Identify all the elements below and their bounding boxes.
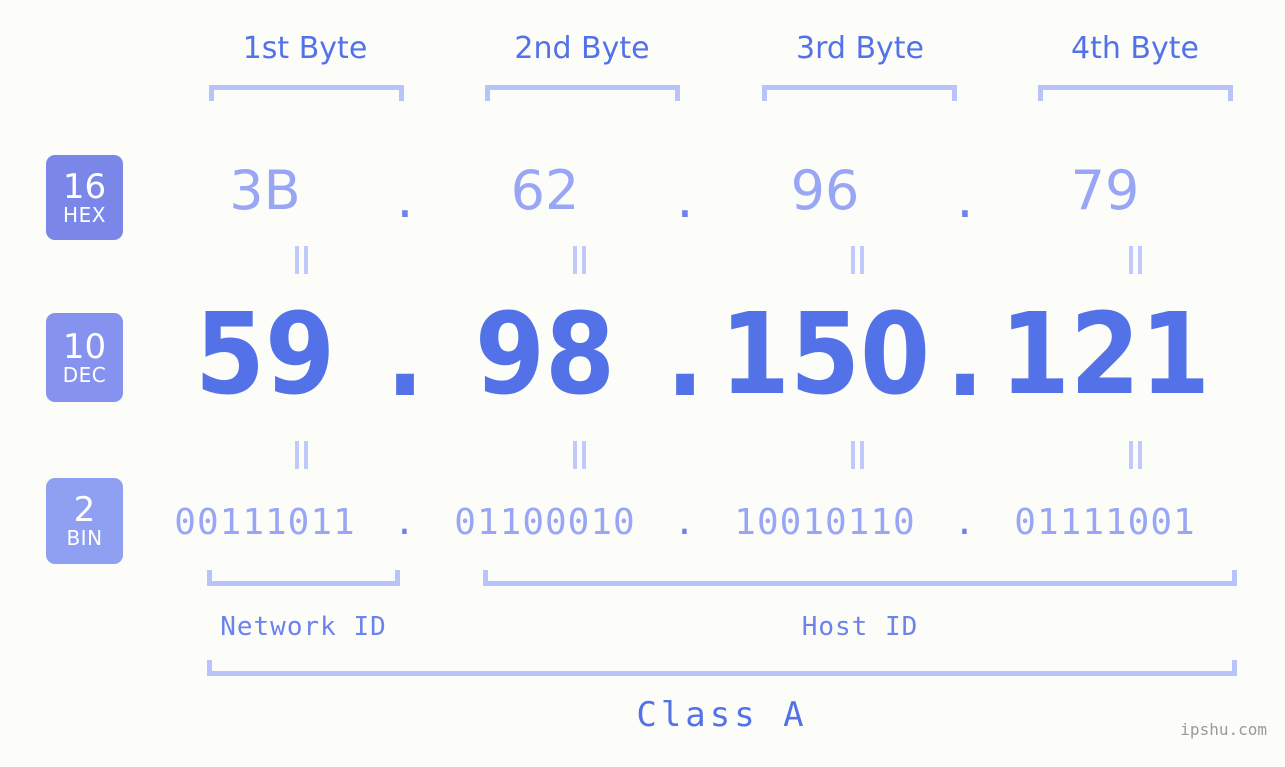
- radix-badge-dec-number: 10: [62, 326, 107, 367]
- dec-separator-1: .: [385, 292, 425, 422]
- equals-icon-hex-dec-2: [568, 245, 590, 275]
- byte-header-2: 2nd Byte: [514, 31, 650, 66]
- byte-bracket-3: [762, 85, 957, 101]
- class-label: Class A: [636, 695, 808, 735]
- equals-icon-hex-dec-1: [290, 245, 312, 275]
- bin-octet-3: 10010110: [734, 501, 916, 543]
- radix-badge-hex: 16 HEX: [46, 155, 123, 240]
- byte-header-4: 4th Byte: [1071, 31, 1199, 66]
- hex-octet-4: 79: [1070, 158, 1140, 222]
- equals-icon-hex-dec-4: [1124, 245, 1146, 275]
- equals-icon-dec-bin-4: [1124, 440, 1146, 470]
- network-id-bracket: [207, 570, 400, 586]
- bin-separator-1: .: [393, 501, 417, 543]
- equals-icon-hex-dec-3: [846, 245, 868, 275]
- radix-badge-hex-number: 16: [62, 166, 107, 207]
- bin-separator-2: .: [673, 501, 697, 543]
- hex-separator-2: .: [676, 166, 694, 230]
- class-bracket: [207, 660, 1237, 676]
- bin-separator-3: .: [953, 501, 977, 543]
- hex-separator-3: .: [956, 166, 974, 230]
- byte-bracket-1: [209, 85, 404, 101]
- radix-badge-hex-name: HEX: [63, 202, 106, 227]
- equals-icon-dec-bin-1: [290, 440, 312, 470]
- radix-badge-dec: 10 DEC: [46, 313, 123, 402]
- bin-octet-4: 01111001: [1014, 501, 1196, 543]
- bin-row: 00111011 . 01100010 . 10010110 . 0111100…: [150, 487, 1270, 557]
- host-id-bracket: [483, 570, 1237, 586]
- ip-address-diagram: 1st Byte 2nd Byte 3rd Byte 4th Byte 16 H…: [0, 0, 1285, 767]
- equals-icon-dec-bin-2: [568, 440, 590, 470]
- radix-badge-bin-number: 2: [73, 490, 96, 530]
- radix-badge-bin-name: BIN: [66, 526, 103, 550]
- bin-octet-2: 01100010: [454, 501, 636, 543]
- hex-octet-2: 62: [510, 158, 580, 222]
- dec-separator-2: .: [665, 292, 705, 422]
- dec-octet-1: 59: [194, 290, 336, 420]
- dec-octet-4: 121: [999, 290, 1211, 420]
- watermark: ipshu.com: [1180, 720, 1267, 739]
- dec-octet-2: 98: [474, 290, 616, 420]
- dec-row: 59 . 98 . 150 . 121: [150, 290, 1270, 422]
- byte-bracket-4: [1038, 85, 1233, 101]
- equals-icon-dec-bin-3: [846, 440, 868, 470]
- hex-row: 3B . 62 . 96 . 79: [150, 150, 1270, 230]
- byte-header-1: 1st Byte: [242, 31, 368, 66]
- network-id-label: Network ID: [220, 612, 387, 642]
- hex-octet-3: 96: [790, 158, 860, 222]
- dec-separator-3: .: [945, 292, 985, 422]
- byte-bracket-2: [485, 85, 680, 101]
- hex-octet-1: 3B: [229, 158, 301, 222]
- byte-header-3: 3rd Byte: [795, 31, 925, 66]
- radix-badge-dec-name: DEC: [62, 362, 107, 387]
- radix-badge-bin: 2 BIN: [46, 478, 123, 564]
- dec-octet-3: 150: [719, 290, 931, 420]
- bin-octet-1: 00111011: [174, 501, 356, 543]
- host-id-label: Host ID: [801, 612, 919, 642]
- hex-separator-1: .: [396, 166, 414, 230]
